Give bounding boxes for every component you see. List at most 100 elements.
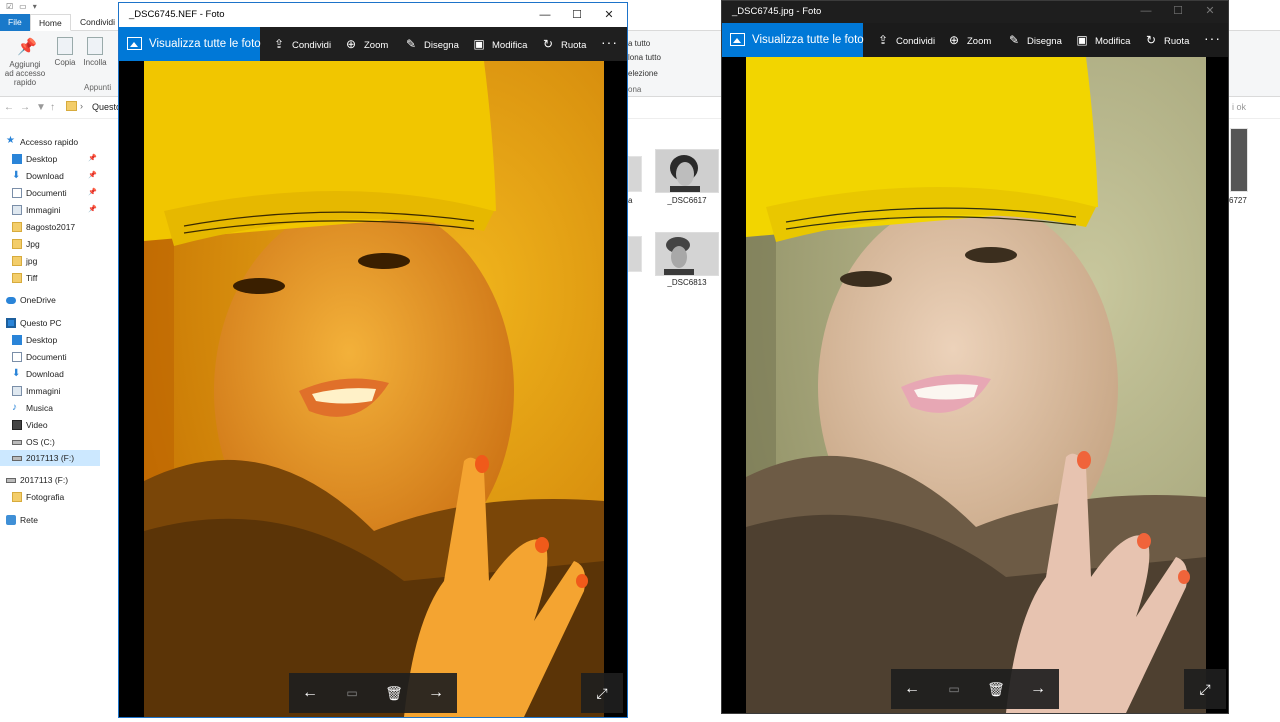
- file-name: _DSC6617: [667, 196, 707, 205]
- download-icon: ⬇: [12, 170, 21, 181]
- photos-window-jpg: _DSC6745.jpg - Foto — ☐ ✕ Visualizza tut…: [721, 0, 1229, 714]
- desktop-icon: [12, 335, 22, 345]
- tab-share[interactable]: Condividi: [72, 14, 123, 31]
- nav-quick-access[interactable]: ★ Accesso rapido: [0, 134, 100, 150]
- nav-pc-pictures[interactable]: Immagini: [0, 383, 100, 399]
- arrow-left-icon[interactable]: ←: [891, 669, 933, 709]
- properties-icon[interactable]: ☑: [6, 2, 13, 11]
- nav-this-pc[interactable]: Questo PC: [0, 315, 100, 331]
- fullscreen-icon[interactable]: ⤢: [581, 673, 623, 713]
- tab-home[interactable]: Home: [30, 14, 71, 31]
- pictures-icon: [12, 205, 22, 215]
- address-path[interactable]: Questo: [92, 102, 121, 112]
- up-icon[interactable]: ↑: [50, 102, 55, 113]
- qat-dropdown-icon[interactable]: ▾: [33, 2, 37, 11]
- folder-icon: [12, 222, 22, 232]
- draw-button[interactable]: ✎ Disegna: [403, 27, 459, 61]
- desktop-icon: [12, 154, 22, 164]
- search-box[interactable]: i ok: [1232, 102, 1246, 112]
- maximize-icon[interactable]: ☐: [561, 6, 593, 24]
- nav-label: Immagini: [26, 205, 61, 215]
- zoom-icon: ⊕: [345, 37, 357, 51]
- nav-pc-documents[interactable]: Documenti: [0, 349, 100, 365]
- file-thumbnail-partial[interactable]: [1230, 128, 1248, 192]
- rotate-button[interactable]: ↻ Ruota: [1143, 23, 1189, 57]
- back-icon[interactable]: ←: [4, 102, 14, 113]
- close-icon[interactable]: ✕: [1194, 2, 1226, 20]
- nav-qa-download[interactable]: ⬇ Download 📌: [0, 168, 100, 184]
- nav-pc-drive-f[interactable]: 2017113 (F:): [0, 450, 100, 466]
- cloud-icon: [6, 297, 16, 304]
- nav-pc-music[interactable]: ♪ Musica: [0, 400, 100, 416]
- fullscreen-icon[interactable]: ⤢: [1184, 669, 1226, 709]
- slideshow-icon[interactable]: ▭: [331, 673, 373, 713]
- view-all-label: Visualizza tutte le foto: [149, 38, 261, 50]
- pin-to-quick-access-button[interactable]: 📌 Aggiungi ad accesso rapido: [4, 37, 46, 87]
- arrow-right-icon[interactable]: →: [415, 673, 457, 713]
- more-options-button[interactable]: ···: [601, 27, 618, 61]
- trash-icon[interactable]: 🗑: [975, 669, 1017, 709]
- filmstrip-navigation: ← ▭ 🗑 →: [289, 673, 457, 713]
- nav-qa-folder-jpg[interactable]: jpg: [0, 253, 100, 269]
- maximize-icon[interactable]: ☐: [1162, 2, 1194, 20]
- nav-qa-documents[interactable]: Documenti 📌: [0, 185, 100, 201]
- recent-locations-icon[interactable]: ▼: [36, 102, 46, 113]
- arrow-right-icon[interactable]: →: [1017, 669, 1059, 709]
- folder-icon: [12, 239, 22, 249]
- nav-pc-video[interactable]: Video: [0, 417, 100, 433]
- nav-label: OS (C:): [26, 437, 55, 447]
- trash-icon[interactable]: 🗑: [373, 673, 415, 713]
- minimize-icon[interactable]: —: [529, 6, 561, 24]
- nav-pc-desktop[interactable]: Desktop: [0, 332, 100, 348]
- drive-icon: [12, 440, 22, 445]
- deselect-all-button[interactable]: lona tutto: [628, 53, 661, 62]
- copy-button[interactable]: Copia: [48, 37, 82, 67]
- forward-icon[interactable]: →: [20, 102, 30, 113]
- zoom-button[interactable]: ⊕ Zoom: [343, 27, 388, 61]
- file-thumbnail[interactable]: [655, 149, 719, 193]
- nav-folder-fotografia[interactable]: Fotografia: [0, 489, 100, 505]
- zoom-button[interactable]: ⊕ Zoom: [946, 23, 991, 57]
- file-thumbnail-partial[interactable]: [628, 236, 642, 272]
- portrait-thumbnail: [656, 150, 718, 192]
- edit-label: Modifica: [1095, 36, 1131, 47]
- new-folder-icon[interactable]: ▭: [19, 2, 27, 11]
- close-icon[interactable]: ✕: [593, 6, 625, 24]
- edit-button[interactable]: ▣ Modifica: [1074, 23, 1130, 57]
- minimize-icon[interactable]: —: [1130, 2, 1162, 20]
- share-button[interactable]: ⇪ Condividi: [875, 23, 935, 57]
- arrow-left-icon[interactable]: ←: [289, 673, 331, 713]
- documents-icon: [12, 352, 22, 362]
- portrait-photo-warm: [144, 61, 604, 717]
- more-options-button[interactable]: ···: [1204, 23, 1221, 57]
- nav-label: jpg: [26, 256, 38, 266]
- nav-qa-pictures[interactable]: Immagini 📌: [0, 202, 100, 218]
- view-all-photos-button[interactable]: Visualizza tutte le foto: [722, 23, 864, 57]
- chevron-right-icon: ›: [80, 101, 83, 111]
- nav-qa-folder-tiff[interactable]: Tiff: [0, 270, 100, 286]
- star-icon: ★: [6, 135, 15, 146]
- view-all-photos-button[interactable]: Visualizza tutte le foto: [119, 27, 261, 61]
- draw-label: Disegna: [1027, 36, 1062, 47]
- paste-button[interactable]: Incolla: [78, 37, 112, 67]
- nav-qa-folder-8agosto2017[interactable]: 8agosto2017: [0, 219, 100, 235]
- select-all-button[interactable]: a tutto: [628, 39, 650, 48]
- draw-button[interactable]: ✎ Disegna: [1006, 23, 1062, 57]
- share-label: Condividi: [896, 36, 936, 47]
- nav-drive-f[interactable]: 2017113 (F:): [0, 472, 100, 488]
- share-button[interactable]: ⇪ Condividi: [271, 27, 331, 61]
- slideshow-icon[interactable]: ▭: [933, 669, 975, 709]
- nav-pc-download[interactable]: ⬇ Download: [0, 366, 100, 382]
- tab-file[interactable]: File: [0, 14, 30, 31]
- file-thumbnail-partial[interactable]: [628, 156, 642, 192]
- nav-qa-folder-jpg-upper[interactable]: Jpg: [0, 236, 100, 252]
- nav-network[interactable]: Rete: [0, 512, 100, 528]
- rotate-button[interactable]: ↻ Ruota: [540, 27, 586, 61]
- nav-qa-desktop[interactable]: Desktop 📌: [0, 151, 100, 167]
- nav-pc-os-c[interactable]: OS (C:): [0, 434, 100, 450]
- edit-button[interactable]: ▣ Modifica: [471, 27, 527, 61]
- nav-onedrive[interactable]: OneDrive: [0, 292, 100, 308]
- file-thumbnail[interactable]: [655, 232, 719, 276]
- invert-selection-button[interactable]: elezione: [628, 69, 658, 78]
- zoom-icon: ⊕: [948, 33, 960, 47]
